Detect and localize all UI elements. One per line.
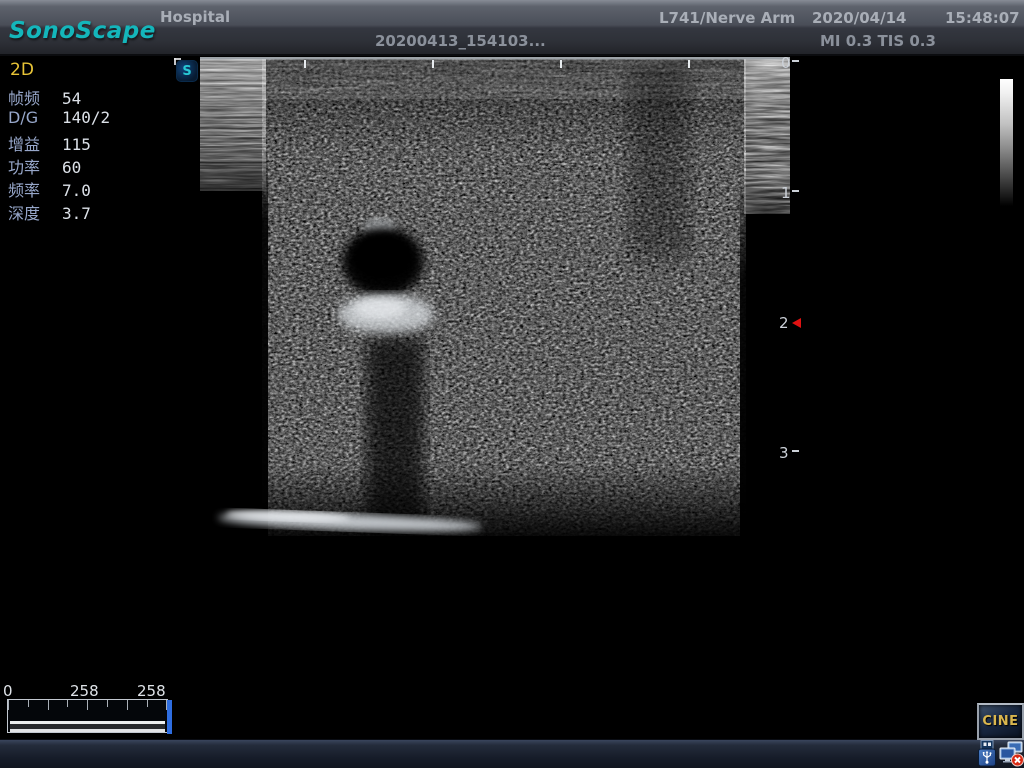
param-row-dg: D/G140/2 [8,108,110,129]
ruler-tick [792,450,799,452]
mi-tis-readout: MI 0.3 TIS 0.3 [820,32,936,50]
exam-date: 2020/04/14 [812,9,906,27]
exam-id: 20200413_154103... [375,32,546,50]
param-label: 功率 [8,154,62,178]
scale-position-marker [167,700,172,734]
usb-icon[interactable] [976,740,998,767]
grayscale-bar [1000,79,1013,206]
scale-tick [107,700,108,707]
focus-marker-icon[interactable] [792,318,801,328]
top-status-bar: SonoScape Hospital L741/Nerve Arm 2020/0… [0,0,1024,56]
probe-preset-label: L741/Nerve Arm [659,9,795,27]
ruler-tick [792,60,799,62]
param-value: 54 [62,89,81,108]
taskbar [0,739,1024,768]
param-label: 帧频 [8,85,62,109]
scale-tick [87,700,88,710]
param-label: D/G [8,108,62,127]
scale-label-right: 258 [137,682,166,700]
param-row-depth: 深度3.7 [8,200,91,221]
ruler-label-0: 0 [781,54,791,72]
scale-tick [67,700,68,707]
cine-button[interactable]: CINE [977,703,1024,740]
s-badge-letter: S [182,64,191,79]
param-row-frequency: 频率7.0 [8,177,91,198]
param-value: 3.7 [62,204,91,223]
cine-button-label: CINE [982,714,1018,729]
param-row-gain: 增益115 [8,131,91,152]
param-label: 增益 [8,131,62,155]
scale-tick [147,700,148,707]
param-label: 频率 [8,177,62,201]
screen: SonoScape Hospital L741/Nerve Arm 2020/0… [0,0,1024,768]
param-label: 深度 [8,200,62,224]
gradient-strip [10,721,165,732]
param-value: 115 [62,135,91,154]
param-value: 7.0 [62,181,91,200]
param-row-power: 功率60 [8,154,81,175]
scale-tick [28,700,29,707]
scale-tick [48,700,49,710]
network-disconnected-icon[interactable] [999,741,1024,767]
param-value: 140/2 [62,108,110,127]
brand-logo: SonoScape [9,18,156,44]
param-row-framerate: 帧频54 [8,85,81,106]
scale-label-mid: 258 [70,682,99,700]
ruler-label-3: 3 [779,444,789,462]
ruler-tick [792,190,799,192]
ruler-label-1: 1 [781,184,791,202]
scale-tick [127,700,128,710]
ruler-label-2: 2 [779,314,789,332]
param-value: 60 [62,158,81,177]
hospital-name: Hospital [160,8,230,26]
scale-label-left: 0 [3,682,13,700]
sonoscape-s-badge-icon: S [176,60,198,82]
scale-tick [8,700,9,710]
exam-time: 15:48:07 [945,9,1020,27]
mode-badge: 2D [10,60,34,80]
ultrasound-image[interactable] [200,56,790,545]
